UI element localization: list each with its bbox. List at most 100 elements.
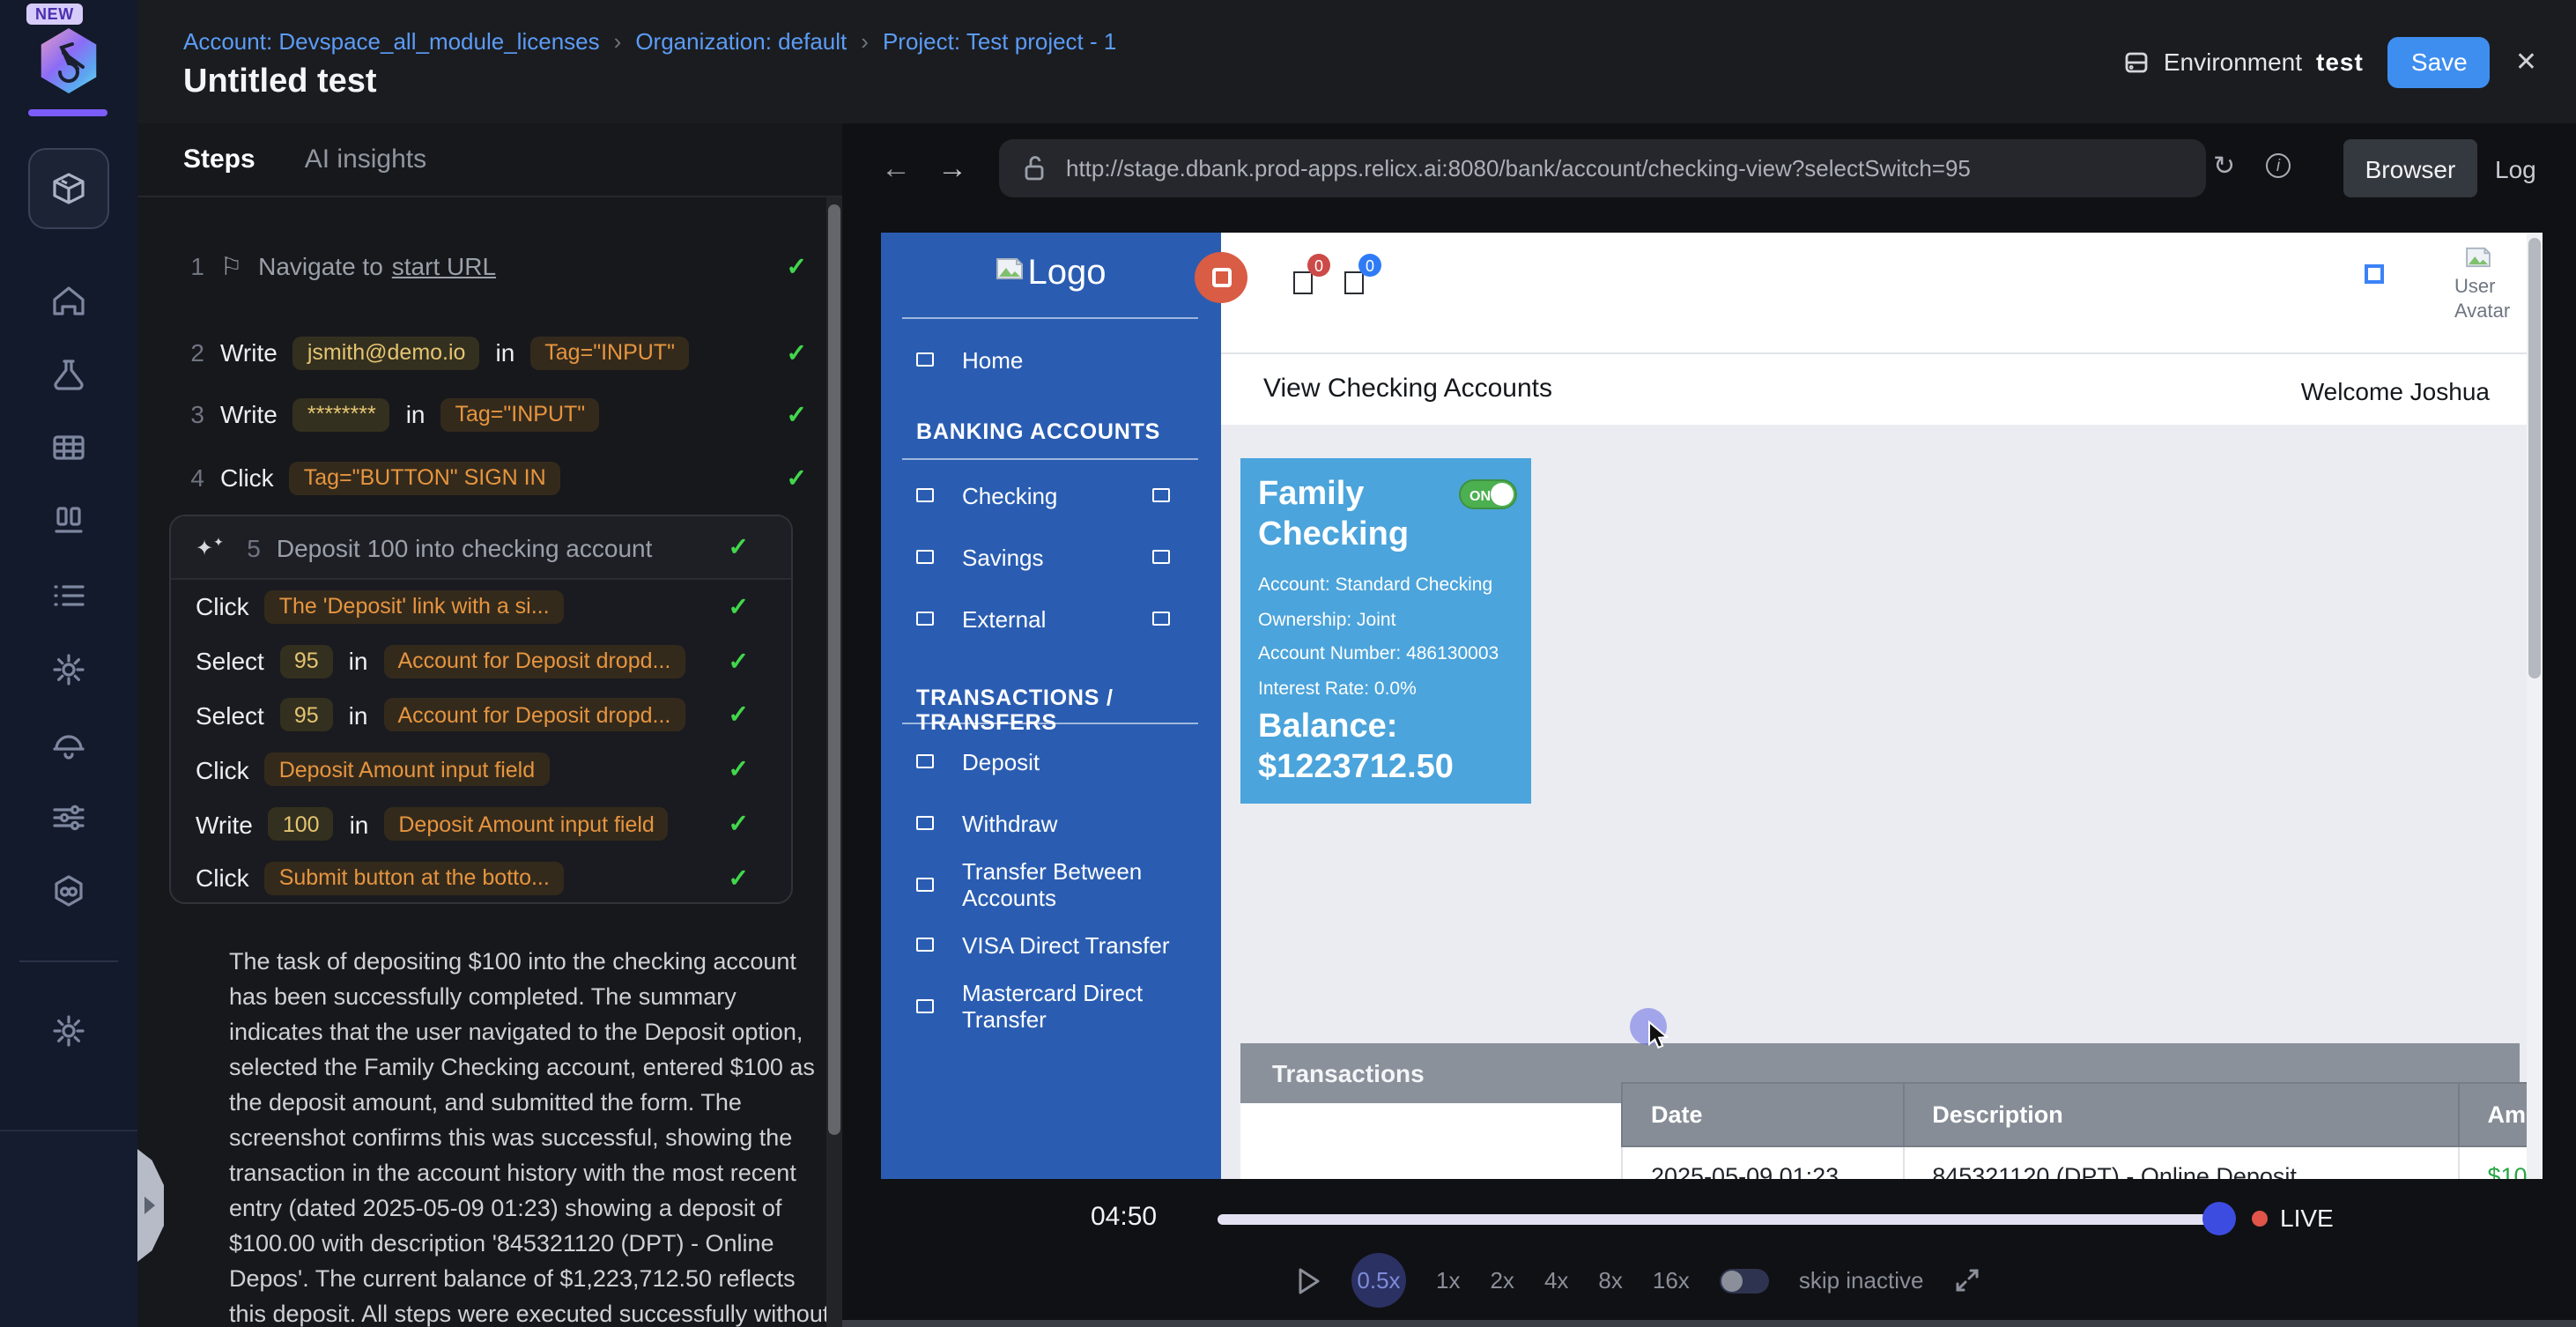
speed-2x[interactable]: 2x — [1490, 1267, 1514, 1294]
nav-deposit[interactable]: Deposit — [881, 740, 1221, 782]
sidebar-item-home[interactable] — [0, 282, 137, 321]
horizontal-scrollbar[interactable] — [842, 1320, 2576, 1327]
steps-panel: Steps AI insights 1 ⚐ Navigate to start … — [137, 123, 842, 1327]
nav-withdraw[interactable]: Withdraw — [881, 802, 1221, 844]
sidebar-item-settings[interactable] — [0, 650, 137, 689]
step-value-chip[interactable]: ******** — [293, 397, 390, 431]
timeline-track[interactable] — [1218, 1214, 2222, 1225]
substep-row-6[interactable]: Click Submit button at the botto... ✓ — [171, 851, 791, 904]
step-conjunction: in — [349, 647, 368, 675]
sidebar-item-data-tables[interactable] — [0, 428, 137, 467]
tab-ai-insights[interactable]: AI insights — [305, 145, 426, 174]
sidebar-item-pipelines[interactable] — [0, 798, 137, 837]
speed-1x[interactable]: 1x — [1436, 1267, 1460, 1294]
nav-home[interactable]: Home — [881, 338, 1221, 381]
nav-transfer-between-accounts[interactable]: Transfer Between Accounts — [881, 864, 1221, 906]
tab-log[interactable]: Log — [2495, 139, 2536, 197]
sidebar-item-suites[interactable] — [0, 502, 137, 541]
step-row-2[interactable]: 2 Write jsmith@demo.io in Tag="INPUT" ✓ — [183, 328, 825, 377]
app-switcher-icon[interactable] — [2365, 264, 2384, 284]
save-button[interactable]: Save — [2388, 36, 2491, 87]
step-row-1[interactable]: 1 ⚐ Navigate to start URL ✓ — [183, 241, 825, 291]
step-target-chip[interactable]: Account for Deposit dropd... — [383, 699, 685, 732]
url-bar[interactable]: http://stage.dbank.prod-apps.relicx.ai:8… — [999, 139, 2206, 197]
timeline-thumb[interactable] — [2202, 1202, 2236, 1235]
breadcrumb-project[interactable]: Project: Test project - 1 — [883, 28, 1116, 55]
close-icon[interactable]: ✕ — [2515, 46, 2537, 78]
notification-icon[interactable] — [1293, 271, 1313, 294]
app-logo[interactable] — [39, 28, 99, 93]
account-type: Account: Standard Checking — [1258, 575, 1514, 596]
step-target-chip[interactable]: Account for Deposit dropd... — [383, 644, 685, 678]
step-target-chip[interactable]: Deposit Amount input field — [384, 807, 668, 841]
step-target-chip[interactable]: Submit button at the botto... — [265, 862, 564, 895]
step-group-header[interactable]: ✦✦ 5 Deposit 100 into checking account ✓ — [171, 516, 791, 580]
family-checking-card[interactable]: Family Checking ON Account: Standard Che… — [1240, 458, 1531, 804]
play-icon[interactable] — [1297, 1266, 1321, 1294]
tab-steps[interactable]: Steps — [183, 145, 255, 174]
step-target-chip[interactable]: Tag="INPUT" — [441, 397, 600, 431]
table-row[interactable]: 2025-05-09 01:23 845321120 (DPT) - Onlin… — [1622, 1146, 2543, 1179]
info-icon[interactable]: i — [2266, 153, 2291, 178]
col-description[interactable]: Description — [1903, 1083, 2458, 1146]
speed-4x[interactable]: 4x — [1544, 1267, 1568, 1294]
cube-icon — [48, 167, 90, 210]
viewport-scrollbar[interactable] — [2527, 233, 2543, 1179]
checkbox-icon[interactable] — [1152, 550, 1170, 564]
fullscreen-icon[interactable] — [1953, 1267, 1980, 1294]
substep-row-5[interactable]: Write 100 in Deposit Amount input field … — [171, 797, 791, 851]
steps-scrollbar[interactable] — [826, 197, 842, 1327]
sidebar-item-runs[interactable] — [0, 576, 137, 615]
sidebar-item-integrations[interactable] — [0, 872, 137, 911]
sidebar-item-incognito[interactable] — [0, 724, 137, 763]
step-target-chip[interactable]: Tag="BUTTON" SIGN IN — [290, 461, 560, 494]
speed-16x[interactable]: 16x — [1653, 1267, 1690, 1294]
start-url-link[interactable]: start URL — [392, 252, 496, 280]
nav-checking[interactable]: Checking — [881, 474, 1221, 516]
breadcrumb-organization[interactable]: Organization: default — [635, 28, 847, 55]
step-row-4[interactable]: 4 Click Tag="BUTTON" SIGN IN ✓ — [183, 453, 825, 502]
back-arrow-icon[interactable]: ← — [881, 152, 911, 187]
reload-icon[interactable]: ↻ — [2213, 150, 2235, 182]
sidebar-item-tests[interactable] — [0, 356, 137, 395]
step-value-chip[interactable]: jsmith@demo.io — [293, 336, 480, 369]
account-toggle-on[interactable]: ON — [1459, 479, 1517, 509]
step-target-chip[interactable]: The 'Deposit' link with a si... — [265, 590, 564, 624]
substep-row-2[interactable]: Select 95 in Account for Deposit dropd..… — [171, 634, 791, 689]
nav-savings[interactable]: Savings — [881, 536, 1221, 578]
substep-row-1[interactable]: Click The 'Deposit' link with a si... ✓ — [171, 580, 791, 634]
skip-inactive-toggle[interactable] — [1720, 1268, 1769, 1293]
forward-arrow-icon[interactable]: → — [937, 152, 967, 187]
url-text[interactable]: http://stage.dbank.prod-apps.relicx.ai:8… — [1066, 155, 1971, 182]
playback-time: 04:50 — [1091, 1202, 1157, 1232]
checkbox-icon[interactable] — [1152, 488, 1170, 502]
substep-row-4[interactable]: Click Deposit Amount input field ✓ — [171, 743, 791, 797]
step-value-chip[interactable]: 100 — [269, 807, 334, 841]
environment-selector[interactable]: Environment test — [2123, 48, 2364, 76]
speed-8x[interactable]: 8x — [1598, 1267, 1622, 1294]
nav-external[interactable]: External — [881, 597, 1221, 640]
sidebar-item-modules-active[interactable] — [28, 148, 109, 229]
stop-recording-button[interactable] — [1195, 252, 1247, 303]
steps-scrollbar-thumb[interactable] — [828, 204, 840, 1135]
bank-logo[interactable]: Logo — [881, 254, 1221, 294]
step-row-3[interactable]: 3 Write ******** in Tag="INPUT" ✓ — [183, 389, 825, 439]
checkbox-icon[interactable] — [1152, 612, 1170, 626]
message-icon[interactable] — [1344, 271, 1364, 294]
step-value-chip[interactable]: 95 — [280, 644, 333, 678]
toggle-knob — [1721, 1270, 1743, 1291]
col-date[interactable]: Date — [1622, 1083, 1903, 1146]
nav-mastercard-direct-transfer[interactable]: Mastercard Direct Transfer — [881, 985, 1221, 1027]
speed-0-5x[interactable]: 0.5x — [1351, 1253, 1406, 1308]
breadcrumb-account[interactable]: Account: Devspace_all_module_licenses — [183, 28, 600, 55]
viewport-scrollbar-thumb[interactable] — [2528, 238, 2541, 678]
tab-browser[interactable]: Browser — [2343, 139, 2477, 197]
step-value-chip[interactable]: 95 — [280, 699, 333, 732]
step-target-chip[interactable]: Tag="INPUT" — [530, 336, 689, 369]
sidebar-item-admin-settings[interactable] — [0, 1012, 137, 1050]
step-action: Click — [196, 864, 249, 893]
step-target-chip[interactable]: Deposit Amount input field — [265, 753, 549, 787]
nav-visa-direct-transfer[interactable]: VISA Direct Transfer — [881, 923, 1221, 966]
substep-row-3[interactable]: Select 95 in Account for Deposit dropd..… — [171, 688, 791, 743]
user-avatar-broken-image[interactable]: User Avatar — [2454, 247, 2514, 349]
